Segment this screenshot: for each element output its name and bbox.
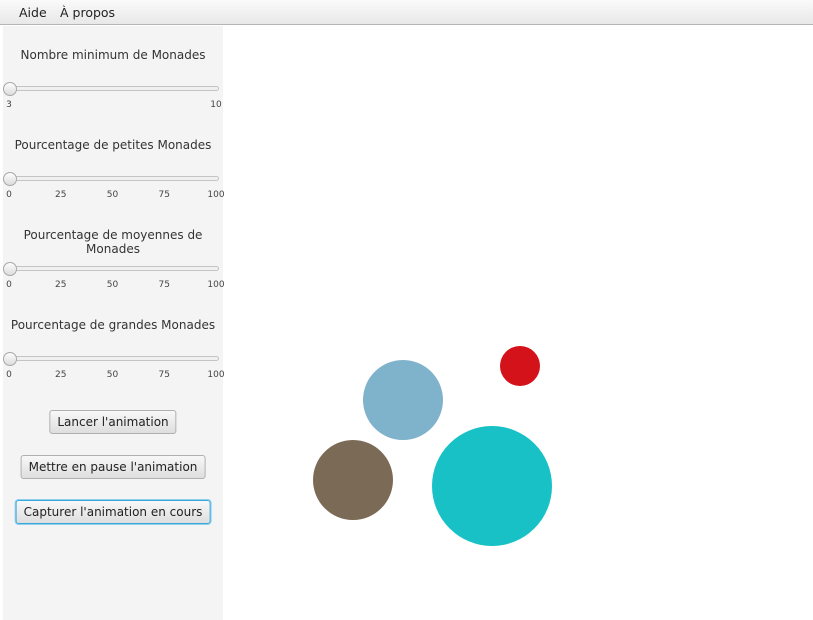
slider-track[interactable] [5,356,219,361]
slider-tick-label: 25 [55,370,67,380]
slider-title: Nombre minimum de Monades [20,48,206,62]
slider-thumb[interactable] [3,172,17,186]
slider-tick-label: 0 [6,190,12,200]
slider-tick-label: 50 [106,370,119,380]
menu-bar: Aide À propos [0,0,813,25]
slider-tick-label: 50 [106,280,119,290]
slider-thumb[interactable] [3,82,17,96]
slider-tick-label: 75 [158,190,170,200]
slider-tick-label: 0 [6,370,12,380]
slider-tick-label: 3 [6,100,12,110]
slider-tick-label: 25 [55,190,67,200]
slider-thumb[interactable] [3,352,17,366]
slider-tick-label: 10 [210,100,222,110]
slider-thumb[interactable] [3,262,17,276]
slider-title: Pourcentage de grandes Monades [10,318,216,332]
pause-animation-button[interactable]: Mettre en pause l'animation [20,455,206,479]
slider-track[interactable] [5,266,219,271]
slider-tick-label: 100 [207,370,225,380]
monad-circle [313,440,393,520]
slider-tick-label: 25 [55,280,67,290]
slider-track[interactable] [5,176,219,181]
menu-help[interactable]: Aide [19,5,47,20]
slider-tick-label: 75 [158,280,170,290]
monad-circle [432,426,552,546]
capture-animation-button[interactable]: Capturer l'animation en cours [15,500,211,524]
slider-tick-label: 100 [207,190,225,200]
control-panel: Lancer l'animation Mettre en pause l'ani… [3,26,225,620]
slider-tick-label: 50 [106,190,119,200]
monad-circle [363,360,443,440]
slider-title: Pourcentage de petites Monades [14,138,212,152]
monad-circle [500,346,540,386]
slider-tick-label: 75 [158,370,170,380]
start-animation-button[interactable]: Lancer l'animation [49,410,177,434]
slider-track[interactable] [5,86,219,91]
slider-tick-label: 100 [207,280,225,290]
slider-tick-label: 0 [6,280,12,290]
menu-about[interactable]: À propos [60,5,115,20]
slider-title: Pourcentage de moyennes de Monades [23,228,203,256]
